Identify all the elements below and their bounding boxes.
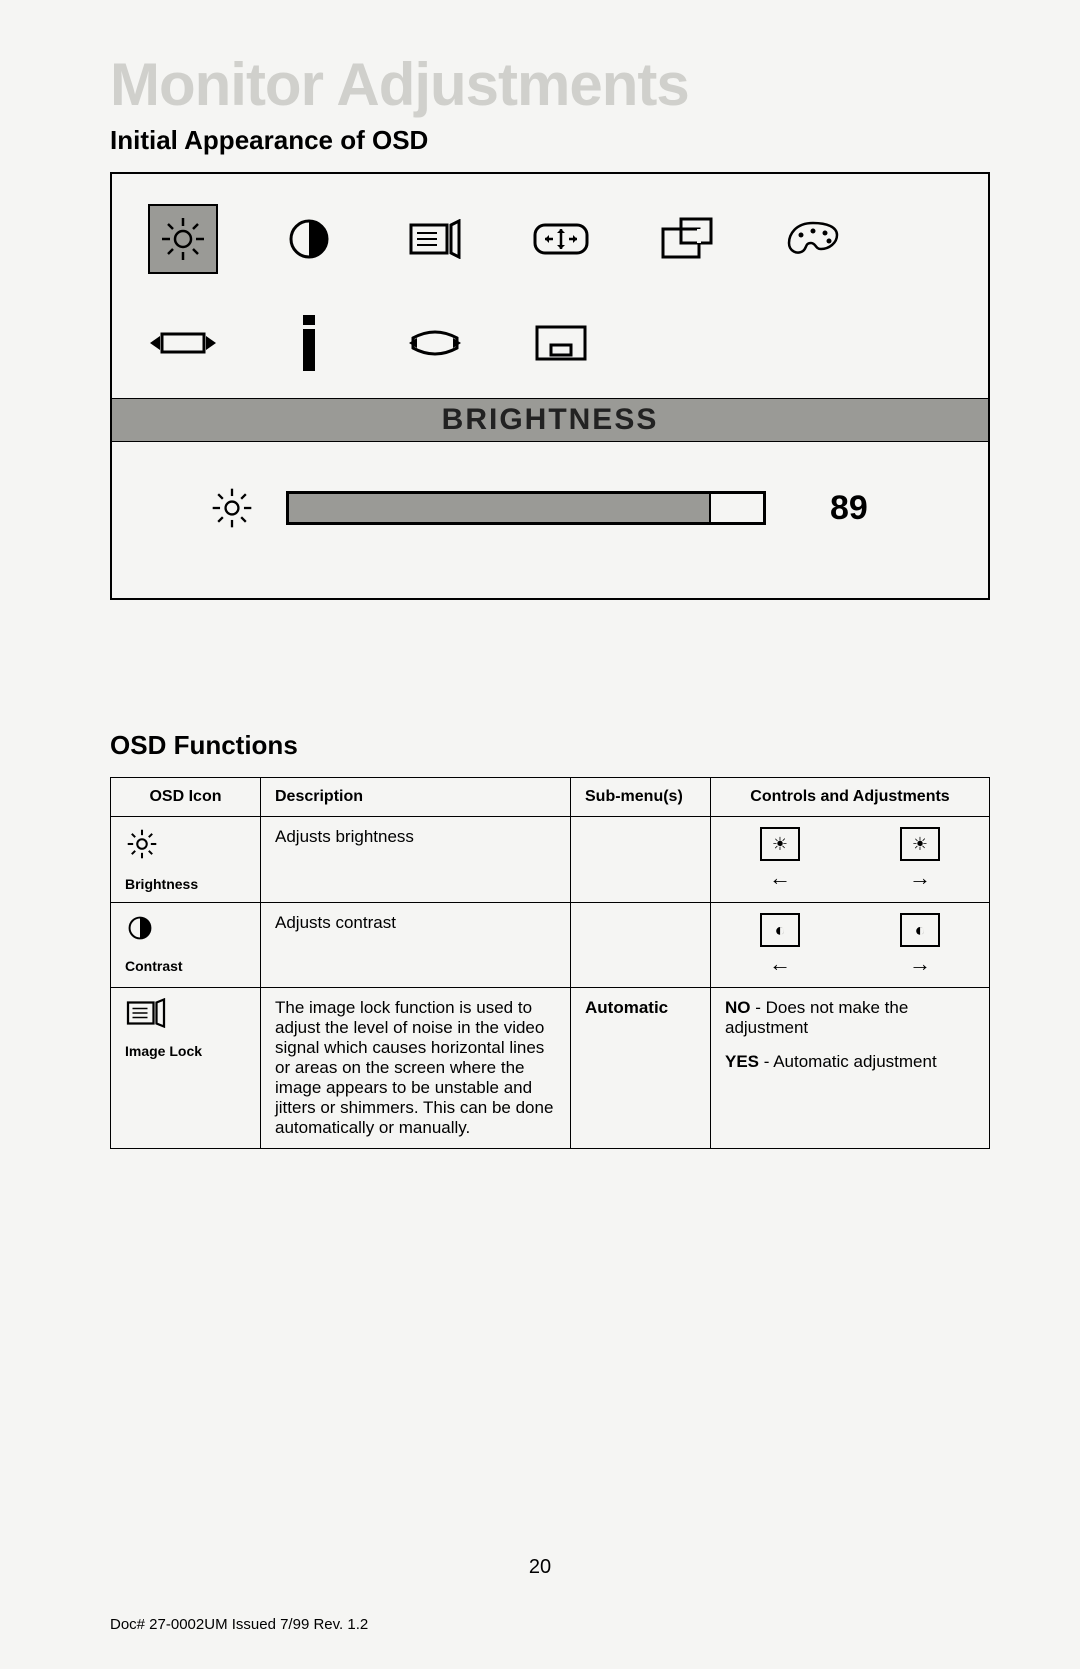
image-size-icon (652, 204, 722, 274)
arrow-left-icon: ← (760, 951, 800, 977)
brightness-increase-icon: ☀ (900, 827, 940, 861)
image-lock-icon (400, 204, 470, 274)
table-row: Contrast Adjusts contrast ◐ ← ◐ → (111, 903, 990, 988)
yes-label: YES (725, 1052, 759, 1071)
contrast-icon (274, 204, 344, 274)
page-title: Monitor Adjustments (110, 50, 990, 119)
row-description: The image lock function is used to adjus… (261, 988, 571, 1149)
hsize-icon (148, 308, 218, 378)
section-osd-functions: OSD Functions (110, 730, 990, 761)
brightness-icon-small (202, 478, 262, 538)
brightness-decrease-icon: ☀ (760, 827, 800, 861)
control-decrease: ◐ ← (760, 913, 800, 977)
th-controls: Controls and Adjustments (711, 778, 990, 817)
image-position-icon (526, 204, 596, 274)
brightness-slider (286, 491, 766, 525)
brightness-icon (148, 204, 218, 274)
row-description: Adjusts brightness (261, 817, 571, 903)
row-controls: NO - Does not make the adjustment YES - … (711, 988, 990, 1149)
row-icon-label: Contrast (125, 958, 183, 974)
row-icon-label: Brightness (125, 876, 198, 892)
row-submenu: Automatic (571, 988, 711, 1149)
contrast-decrease-icon: ◐ (760, 913, 800, 947)
vbar-icon (274, 308, 344, 378)
osd-slider-row: 89 (142, 478, 958, 538)
osd-icon-row-1 (142, 204, 958, 274)
no-label: NO (725, 998, 751, 1017)
contrast-increase-icon: ◐ (900, 913, 940, 947)
color-palette-icon (778, 204, 848, 274)
image-lock-icon (125, 998, 246, 1037)
row-icon-brightness: Brightness (111, 817, 261, 903)
section-initial-appearance: Initial Appearance of OSD (110, 125, 990, 156)
control-decrease: ☀ ← (760, 827, 800, 891)
osd-icon-row-2 (142, 308, 958, 378)
yes-text: - Automatic adjustment (759, 1052, 937, 1071)
brightness-icon (125, 827, 246, 870)
table-row: Image Lock The image lock function is us… (111, 988, 990, 1149)
th-description: Description (261, 778, 571, 817)
tilt-icon (400, 308, 470, 378)
th-osd-icon: OSD Icon (111, 778, 261, 817)
no-text: - Does not make the adjustment (725, 998, 908, 1037)
row-controls: ◐ ← ◐ → (711, 903, 990, 988)
arrow-left-icon: ← (760, 865, 800, 891)
arrow-right-icon: → (900, 865, 940, 891)
arrow-right-icon: → (900, 951, 940, 977)
window-icon (526, 308, 596, 378)
brightness-slider-fill (289, 494, 711, 522)
brightness-value: 89 (830, 489, 868, 528)
row-icon-label: Image Lock (125, 1043, 202, 1059)
row-controls: ☀ ← ☀ → (711, 817, 990, 903)
row-submenu (571, 817, 711, 903)
osd-screenshot: BRIGHTNESS 89 (110, 172, 990, 600)
osd-functions-table: OSD Icon Description Sub-menu(s) Control… (110, 777, 990, 1149)
osd-selected-label: BRIGHTNESS (112, 398, 988, 442)
control-increase: ◐ → (900, 913, 940, 977)
th-submenu: Sub-menu(s) (571, 778, 711, 817)
contrast-icon (125, 913, 246, 952)
table-row: Brightness Adjusts brightness ☀ ← ☀ → (111, 817, 990, 903)
row-icon-contrast: Contrast (111, 903, 261, 988)
row-description: Adjusts contrast (261, 903, 571, 988)
page-number: 20 (0, 1556, 1080, 1579)
control-increase: ☀ → (900, 827, 940, 891)
row-icon-imagelock: Image Lock (111, 988, 261, 1149)
doc-footer: Doc# 27-0002UM Issued 7/99 Rev. 1.2 (110, 1616, 368, 1633)
row-submenu (571, 903, 711, 988)
